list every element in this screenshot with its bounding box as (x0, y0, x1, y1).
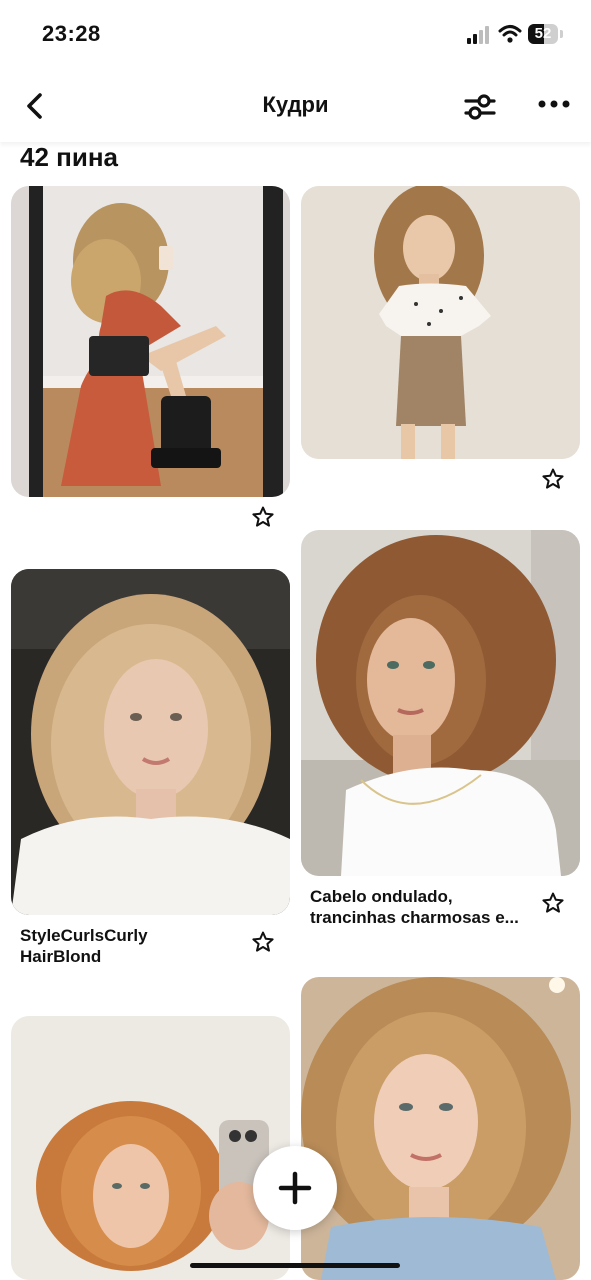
pin-caption[interactable]: StyleCurlsCurly HairBlond (20, 925, 240, 967)
pin-caption-line: HairBlond (20, 947, 102, 966)
pin-image[interactable] (301, 530, 580, 876)
pin-photo-mirror-selfie (11, 186, 290, 497)
star-icon[interactable] (251, 930, 275, 954)
add-pin-button[interactable] (253, 1146, 337, 1230)
pin-caption[interactable]: Cabelo ondulado, trancinhas charmosas e.… (310, 886, 540, 928)
pin-photo-wavy-selfie (301, 977, 580, 1280)
star-icon[interactable] (541, 467, 565, 491)
pin-photo-ginger-curls (11, 1016, 290, 1280)
pin-image[interactable] (301, 186, 580, 459)
pin-photo-blonde-curls (11, 569, 290, 915)
star-icon[interactable] (541, 891, 565, 915)
status-time: 23:28 (42, 21, 101, 46)
home-indicator (190, 1263, 400, 1268)
pin-caption-line: trancinhas charmosas e... (310, 908, 519, 927)
plus-icon (278, 1171, 312, 1205)
more-horizontal-icon[interactable] (538, 96, 570, 112)
pin-image[interactable] (11, 186, 290, 497)
pin-image[interactable] (301, 977, 580, 1280)
chevron-left-icon[interactable] (22, 92, 48, 120)
pin-caption-line: Cabelo ondulado, (310, 887, 453, 906)
battery-percent: 52 (534, 25, 552, 42)
board-header: Кудри (0, 70, 591, 142)
battery-indicator: 52 (528, 24, 564, 44)
cellular-signal-icon (467, 26, 489, 44)
status-bar: 23:28 52 (0, 0, 591, 70)
board-title: Кудри (262, 92, 329, 117)
sliders-icon[interactable] (464, 92, 496, 122)
pin-caption-line: StyleCurlsCurly (20, 926, 148, 945)
pin-image[interactable] (11, 569, 290, 915)
pin-image[interactable] (11, 1016, 290, 1280)
pin-photo-floral-top (301, 186, 580, 459)
pin-photo-auburn-curls (301, 530, 580, 876)
wifi-icon (498, 25, 522, 43)
pin-count: 42 пина (20, 142, 118, 172)
star-icon[interactable] (251, 505, 275, 529)
